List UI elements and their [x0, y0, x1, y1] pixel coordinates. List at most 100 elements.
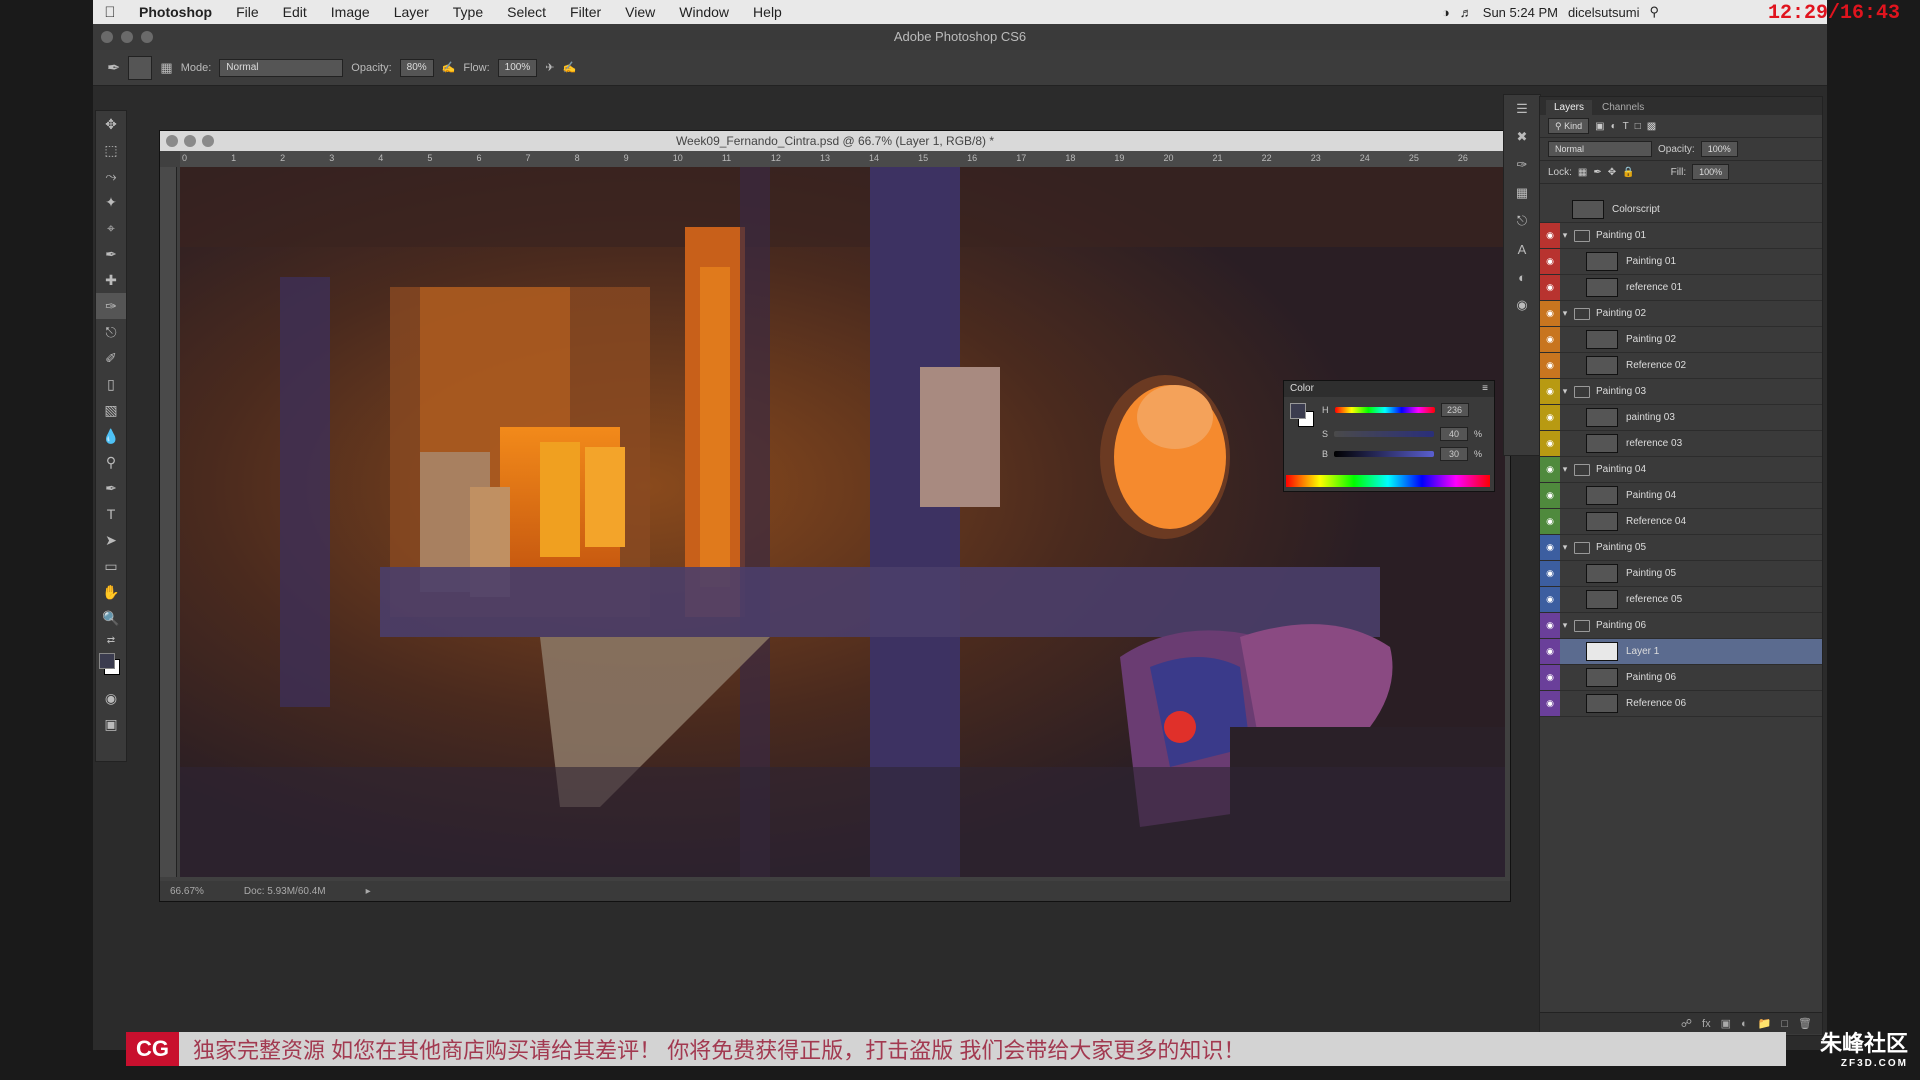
visibility-eye-icon[interactable]: ◉ [1540, 613, 1560, 638]
layer-row[interactable]: ◉ Painting 06 [1540, 665, 1822, 691]
filter-shape-icon[interactable]: □ [1635, 121, 1641, 132]
adjustments-panel-icon[interactable]: ◐ [1504, 263, 1540, 291]
menu-help[interactable]: Help [741, 4, 794, 20]
minimize-window-button[interactable] [121, 31, 133, 43]
doc-close-button[interactable] [166, 135, 178, 147]
visibility-eye-icon[interactable]: ◉ [1540, 249, 1560, 274]
foreground-background-swatch[interactable] [96, 649, 126, 685]
color-panel-header[interactable]: Color ≡ [1284, 381, 1494, 397]
zoom-level[interactable]: 66.67% [170, 886, 204, 897]
new-group-icon[interactable]: 📁 [1758, 1017, 1772, 1030]
brush-presets-icon[interactable]: ✑ [1504, 151, 1540, 179]
layer-row[interactable]: ◉ Reference 02 [1540, 353, 1822, 379]
quick-mask-icon[interactable]: ◉ [96, 685, 126, 711]
tab-channels[interactable]: Channels [1594, 100, 1652, 115]
menu-window[interactable]: Window [667, 4, 741, 20]
brightness-input[interactable]: 30 [1440, 447, 1469, 461]
color-spectrum-bar[interactable] [1286, 475, 1490, 487]
brightness-slider[interactable] [1334, 451, 1435, 457]
menu-app[interactable]: Photoshop [127, 4, 224, 20]
visibility-eye-icon[interactable]: ◉ [1540, 691, 1560, 716]
visibility-eye-icon[interactable]: ◉ [1540, 665, 1560, 690]
color-swatches[interactable] [1290, 403, 1316, 429]
quick-select-tool-icon[interactable]: ✦ [96, 189, 126, 215]
adjustment-layer-icon[interactable]: ◐ [1741, 1018, 1748, 1030]
menu-edit[interactable]: Edit [271, 4, 319, 20]
visibility-eye-icon[interactable]: ◉ [1540, 379, 1560, 404]
layer-row[interactable]: ◉ Painting 02 [1540, 327, 1822, 353]
document-tab[interactable]: Week09_Fernando_Cintra.psd @ 66.7% (Laye… [160, 131, 1510, 151]
opacity-input[interactable]: 80% [399, 58, 434, 77]
visibility-eye-icon[interactable]: ◉ [1540, 223, 1560, 248]
lock-position-icon[interactable]: ✥ [1608, 167, 1616, 178]
vertical-ruler[interactable] [160, 167, 177, 877]
wifi-icon[interactable]: ◑ [1442, 5, 1450, 20]
clone-source-icon[interactable]: ⎋ [1504, 207, 1540, 235]
brush-tool-icon[interactable]: ✑ [96, 293, 126, 319]
layer-row[interactable]: Colorscript [1540, 197, 1822, 223]
character-panel-icon[interactable]: A [1504, 235, 1540, 263]
lasso-tool-icon[interactable]: ⤳ [96, 163, 126, 189]
layer-row[interactable]: ◉ reference 03 [1540, 431, 1822, 457]
history-panel-icon[interactable]: ☰ [1504, 95, 1540, 123]
lock-pixels-icon[interactable]: ✒ [1593, 167, 1601, 178]
dodge-tool-icon[interactable]: ⚲ [96, 449, 126, 475]
visibility-eye-icon[interactable]: ◉ [1540, 301, 1560, 326]
hue-slider[interactable] [1334, 407, 1435, 413]
filter-pixel-icon[interactable]: ▣ [1595, 121, 1604, 132]
kind-filter-select[interactable]: ⚲ Kind [1548, 118, 1590, 134]
move-tool-icon[interactable]: ✥ [96, 111, 126, 137]
color-panel-icon[interactable]: ◉ [1504, 291, 1540, 319]
brush-size-picker[interactable] [128, 55, 153, 80]
filter-type-icon[interactable]: T [1623, 121, 1629, 132]
layer-row[interactable]: ◉ Painting 01 [1540, 249, 1822, 275]
menubar-user[interactable]: dicelsutsumi [1568, 5, 1640, 20]
tab-layers[interactable]: Layers [1546, 100, 1593, 115]
visibility-eye-icon[interactable]: ◉ [1540, 509, 1560, 534]
visibility-eye-icon[interactable]: ◉ [1540, 535, 1560, 560]
blur-tool-icon[interactable]: 💧 [96, 423, 126, 449]
clone-stamp-tool-icon[interactable]: ⎋ [96, 319, 126, 345]
apple-menu-icon[interactable]:  [93, 4, 127, 21]
path-selection-tool-icon[interactable]: ➤ [96, 527, 126, 553]
menu-file[interactable]: File [224, 4, 271, 20]
marquee-tool-icon[interactable]: ⬚ [96, 137, 126, 163]
visibility-eye-icon[interactable]: ◉ [1540, 587, 1560, 612]
crop-tool-icon[interactable]: ⌖ [96, 215, 126, 241]
eraser-tool-icon[interactable]: ▯ [96, 371, 126, 397]
layer-group-row[interactable]: ◉ ▾ Painting 02 [1540, 301, 1822, 327]
filter-smart-icon[interactable]: ▩ [1647, 121, 1656, 132]
visibility-eye-icon[interactable]: ◉ [1540, 275, 1560, 300]
group-disclosure-icon[interactable]: ▾ [1560, 542, 1570, 553]
layer-row[interactable]: ◉ Reference 06 [1540, 691, 1822, 717]
lock-transparent-icon[interactable]: ▦ [1578, 167, 1587, 178]
eyedropper-tool-icon[interactable]: ✒ [96, 241, 126, 267]
brush-panel-toggle-icon[interactable]: ▦ [160, 60, 172, 76]
menu-select[interactable]: Select [495, 4, 558, 20]
layer-row[interactable]: ◉ Layer 1 [1540, 639, 1822, 665]
layer-row[interactable]: ◉ reference 05 [1540, 587, 1822, 613]
lock-all-icon[interactable]: 🔒 [1622, 167, 1634, 178]
brush-panel-icon[interactable]: ▦ [1504, 179, 1540, 207]
layer-row[interactable]: ◉ painting 03 [1540, 405, 1822, 431]
pressure-opacity-icon[interactable]: ✍ [442, 61, 456, 74]
menubar-time[interactable]: Sun 5:24 PM [1483, 5, 1558, 20]
layer-row[interactable]: ◉ reference 01 [1540, 275, 1822, 301]
filter-adjust-icon[interactable]: ◐ [1611, 121, 1617, 132]
doc-minimize-button[interactable] [184, 135, 196, 147]
menu-image[interactable]: Image [319, 4, 382, 20]
blend-mode-select[interactable]: Normal [1548, 141, 1652, 157]
group-disclosure-icon[interactable]: ▾ [1560, 386, 1570, 397]
painting-canvas[interactable] [180, 167, 1505, 877]
visibility-eye-icon[interactable] [1540, 197, 1560, 222]
close-window-button[interactable] [101, 31, 113, 43]
layer-opacity-input[interactable]: 100% [1700, 141, 1738, 157]
layer-group-row[interactable]: ◉ ▾ Painting 06 [1540, 613, 1822, 639]
layer-row[interactable]: ◉ Painting 04 [1540, 483, 1822, 509]
status-menu-arrow-icon[interactable]: ▸ [366, 886, 371, 897]
group-disclosure-icon[interactable]: ▾ [1560, 308, 1570, 319]
menu-view[interactable]: View [613, 4, 667, 20]
link-layers-icon[interactable]: ☍ [1681, 1017, 1692, 1030]
visibility-eye-icon[interactable]: ◉ [1540, 431, 1560, 456]
rectangle-tool-icon[interactable]: ▭ [96, 553, 126, 579]
